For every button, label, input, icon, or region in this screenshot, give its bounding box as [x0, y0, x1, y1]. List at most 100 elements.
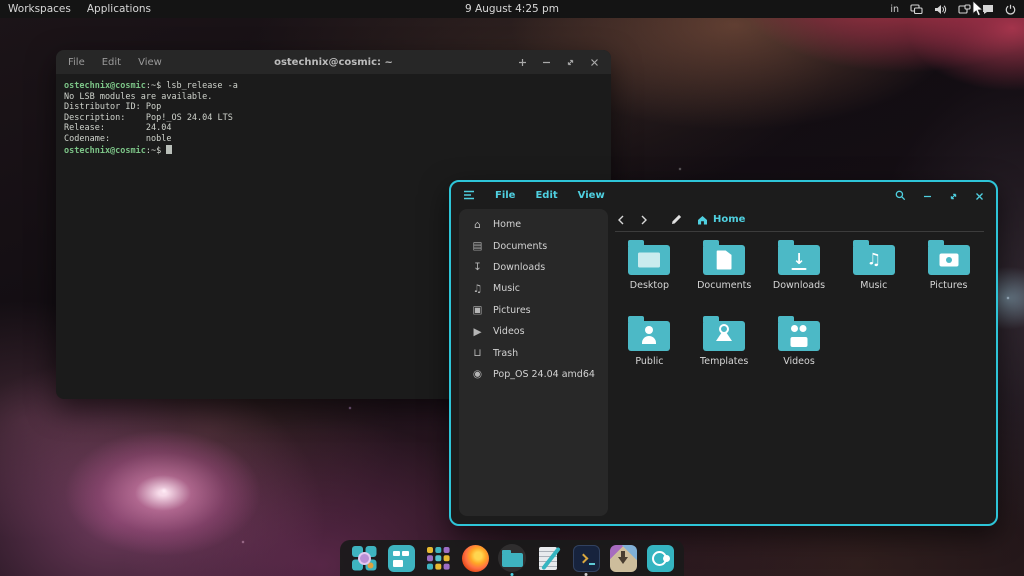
sidebar-item[interactable]: ⌂ Home [459, 214, 608, 235]
files-dock-icon[interactable] [498, 544, 526, 572]
dock-icon-art [425, 545, 452, 572]
breadcrumb[interactable]: Home [697, 214, 745, 225]
file-item-label: Music [860, 280, 887, 291]
sidebar-item-label: Pictures [493, 305, 531, 316]
display-mirror-icon[interactable] [910, 4, 923, 15]
desktop-folder-icon [628, 245, 670, 275]
terminal-titlebar[interactable]: FileEditView ostechnix@cosmic: ~ [56, 50, 611, 74]
workspaces-dock-icon[interactable] [387, 544, 415, 572]
folder-glyph [853, 245, 895, 275]
close-icon[interactable] [975, 186, 984, 205]
documents-icon: ▤ [471, 240, 484, 252]
sidebar-item-label: Trash [493, 348, 518, 359]
trash-icon: ⊔ [471, 347, 484, 359]
sidebar-item[interactable]: ⊔ Trash [459, 342, 608, 363]
file-item-label: Documents [697, 280, 751, 291]
terminal-output-line: Description: Pop!_OS 24.04 LTS [64, 113, 603, 124]
dock-icon-art [647, 545, 674, 572]
terminal-menu-item[interactable]: Edit [102, 57, 121, 68]
pop-os-drive-icon: ◉ [471, 368, 484, 380]
minimize-icon[interactable] [923, 186, 932, 205]
terminal-dock-icon[interactable] [572, 544, 600, 572]
folder-glyph [628, 321, 670, 351]
close-icon[interactable] [590, 58, 599, 67]
file-item-label: Downloads [773, 280, 825, 291]
text-editor-dock-icon[interactable] [535, 544, 563, 572]
search-icon[interactable] [895, 186, 906, 205]
new-tab-icon[interactable] [518, 58, 527, 67]
terminal-output-line: Release: 24.04 [64, 123, 603, 134]
sidebar-item-label: Documents [493, 241, 547, 252]
file-item[interactable]: Music [836, 235, 911, 297]
files-menu-item[interactable]: View [578, 190, 605, 201]
desktop: WorkspacesApplications 9 August 4:25 pm … [0, 0, 1024, 576]
applets-icon[interactable] [958, 4, 971, 15]
sidebar-item[interactable]: ▣ Pictures [459, 300, 608, 321]
file-item[interactable]: Documents [687, 235, 762, 297]
menu-toggle-icon[interactable] [463, 190, 475, 200]
file-item-label: Public [635, 356, 663, 367]
minimize-icon[interactable] [542, 58, 551, 67]
files-sidebar: ⌂ Home ▤ Documents ↧ Downloads ♫ Music [459, 209, 608, 516]
dock-icon-art [388, 545, 415, 572]
power-icon[interactable] [1005, 4, 1016, 15]
running-indicator [511, 573, 514, 576]
pictures-icon: ▣ [471, 304, 484, 316]
input-source-indicator[interactable]: in [890, 4, 899, 15]
sidebar-item-label: Music [493, 283, 520, 294]
templates-folder-icon [703, 321, 745, 351]
file-item[interactable]: Pictures [911, 235, 986, 297]
maximize-icon[interactable] [566, 58, 575, 67]
terminal-menu-item[interactable]: View [138, 57, 162, 68]
terminal-command-line: ostechnix@cosmic:~$lsb_release -a [64, 81, 603, 92]
sidebar-item[interactable]: ↧ Downloads [459, 257, 608, 278]
files-toolbar: Home [617, 209, 745, 230]
volume-icon[interactable] [934, 4, 947, 15]
files-window-controls [895, 186, 984, 205]
files-window: File Edit View [449, 180, 998, 526]
dock-icon-art [462, 545, 489, 572]
files-menu-item[interactable]: File [495, 190, 515, 201]
sidebar-item-label: Home [493, 219, 521, 230]
public-folder-icon [628, 321, 670, 351]
files-titlebar[interactable]: File Edit View [451, 182, 996, 208]
sidebar-item[interactable]: ◉ Pop_OS 24.04 amd64 [459, 364, 608, 385]
file-item[interactable]: Public [612, 311, 687, 373]
files-menu-item[interactable]: Edit [535, 190, 557, 201]
file-item-label: Videos [783, 356, 815, 367]
home-icon [697, 215, 708, 225]
clock[interactable]: 9 August 4:25 pm [0, 3, 1024, 15]
file-item[interactable]: Desktop [612, 235, 687, 297]
folder-glyph [928, 245, 970, 275]
folder-glyph [778, 245, 820, 275]
launcher-dock-icon[interactable] [350, 544, 378, 572]
sidebar-item[interactable]: ♫ Music [459, 278, 608, 299]
terminal-menu-item[interactable]: File [68, 57, 85, 68]
toolbar-separator [615, 231, 984, 232]
file-item[interactable]: Templates [687, 311, 762, 373]
forward-icon[interactable] [640, 215, 648, 225]
file-item[interactable]: Videos [762, 311, 837, 373]
top-panel: WorkspacesApplications 9 August 4:25 pm … [0, 0, 1024, 18]
dock [340, 540, 684, 576]
maximize-icon[interactable] [949, 186, 958, 205]
edit-path-icon[interactable] [671, 214, 682, 225]
terminal-window-controls [518, 58, 599, 67]
sidebar-item-label: Downloads [493, 262, 545, 273]
sidebar-item[interactable]: ▤ Documents [459, 235, 608, 256]
files-menubar: File Edit View [495, 190, 605, 201]
panel-tray: in [890, 4, 1016, 15]
mouse-cursor [971, 0, 985, 22]
sidebar-item-label: Pop_OS 24.04 amd64 [493, 369, 595, 380]
settings-dock-icon[interactable] [646, 544, 674, 572]
pictures-folder-icon [928, 245, 970, 275]
file-item[interactable]: Downloads [762, 235, 837, 297]
back-icon[interactable] [617, 215, 625, 225]
pop-shop-dock-icon[interactable] [609, 544, 637, 572]
app-library-dock-icon[interactable] [424, 544, 452, 572]
dock-icon-art [610, 545, 637, 572]
terminal-output-line: Codename: noble [64, 134, 603, 145]
sidebar-item[interactable]: ▶ Videos [459, 321, 608, 342]
firefox-dock-icon[interactable] [461, 544, 489, 572]
terminal-content[interactable]: ostechnix@cosmic:~$lsb_release -a No LSB… [56, 74, 611, 162]
